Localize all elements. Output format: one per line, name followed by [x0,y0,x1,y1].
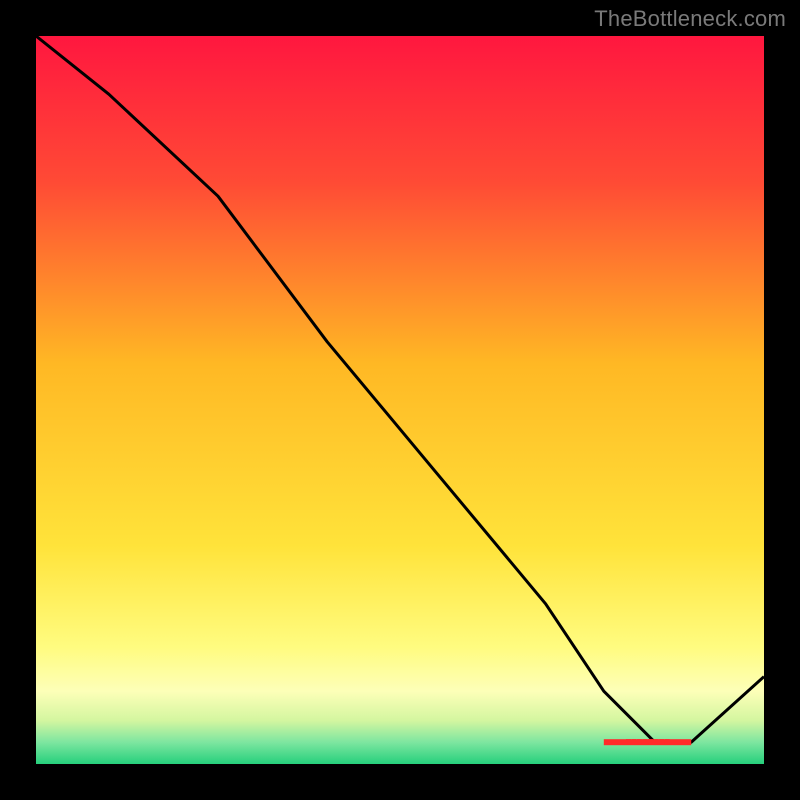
trough-marker-label: ■■■■■■■■ [625,737,669,748]
plot-svg [36,36,764,764]
plot-area: ■■■■■■■■ [36,36,764,764]
chart-container: TheBottleneck.com ■■■■■■■■ [0,0,800,800]
watermark-text: TheBottleneck.com [594,6,786,32]
gradient-background [36,36,764,764]
